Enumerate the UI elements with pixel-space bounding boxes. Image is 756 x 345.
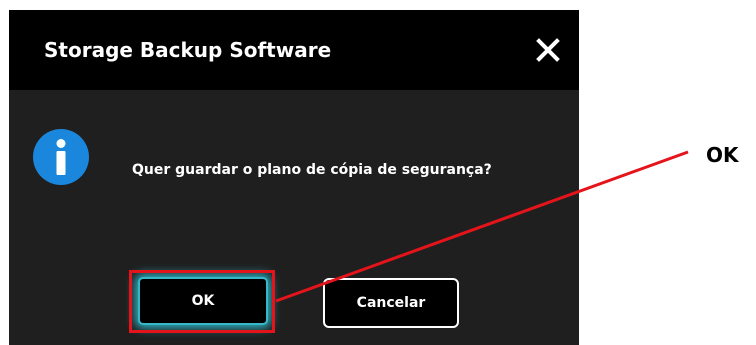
callout-label: OK: [706, 143, 739, 167]
cancel-button[interactable]: Cancelar: [323, 278, 459, 328]
highlight-box: [129, 270, 275, 333]
dialog-titlebar: Storage Backup Software: [9, 10, 579, 90]
cancel-button-label: Cancelar: [356, 295, 426, 311]
screenshot: Storage Backup Software Quer guardar o p…: [0, 0, 756, 345]
close-icon: [536, 38, 560, 62]
info-icon: [33, 129, 89, 185]
dialog-title: Storage Backup Software: [44, 38, 332, 62]
dialog-message: Quer guardar o plano de cópia de seguran…: [132, 162, 492, 178]
close-button[interactable]: [534, 36, 562, 64]
dialog: Storage Backup Software Quer guardar o p…: [9, 10, 579, 345]
